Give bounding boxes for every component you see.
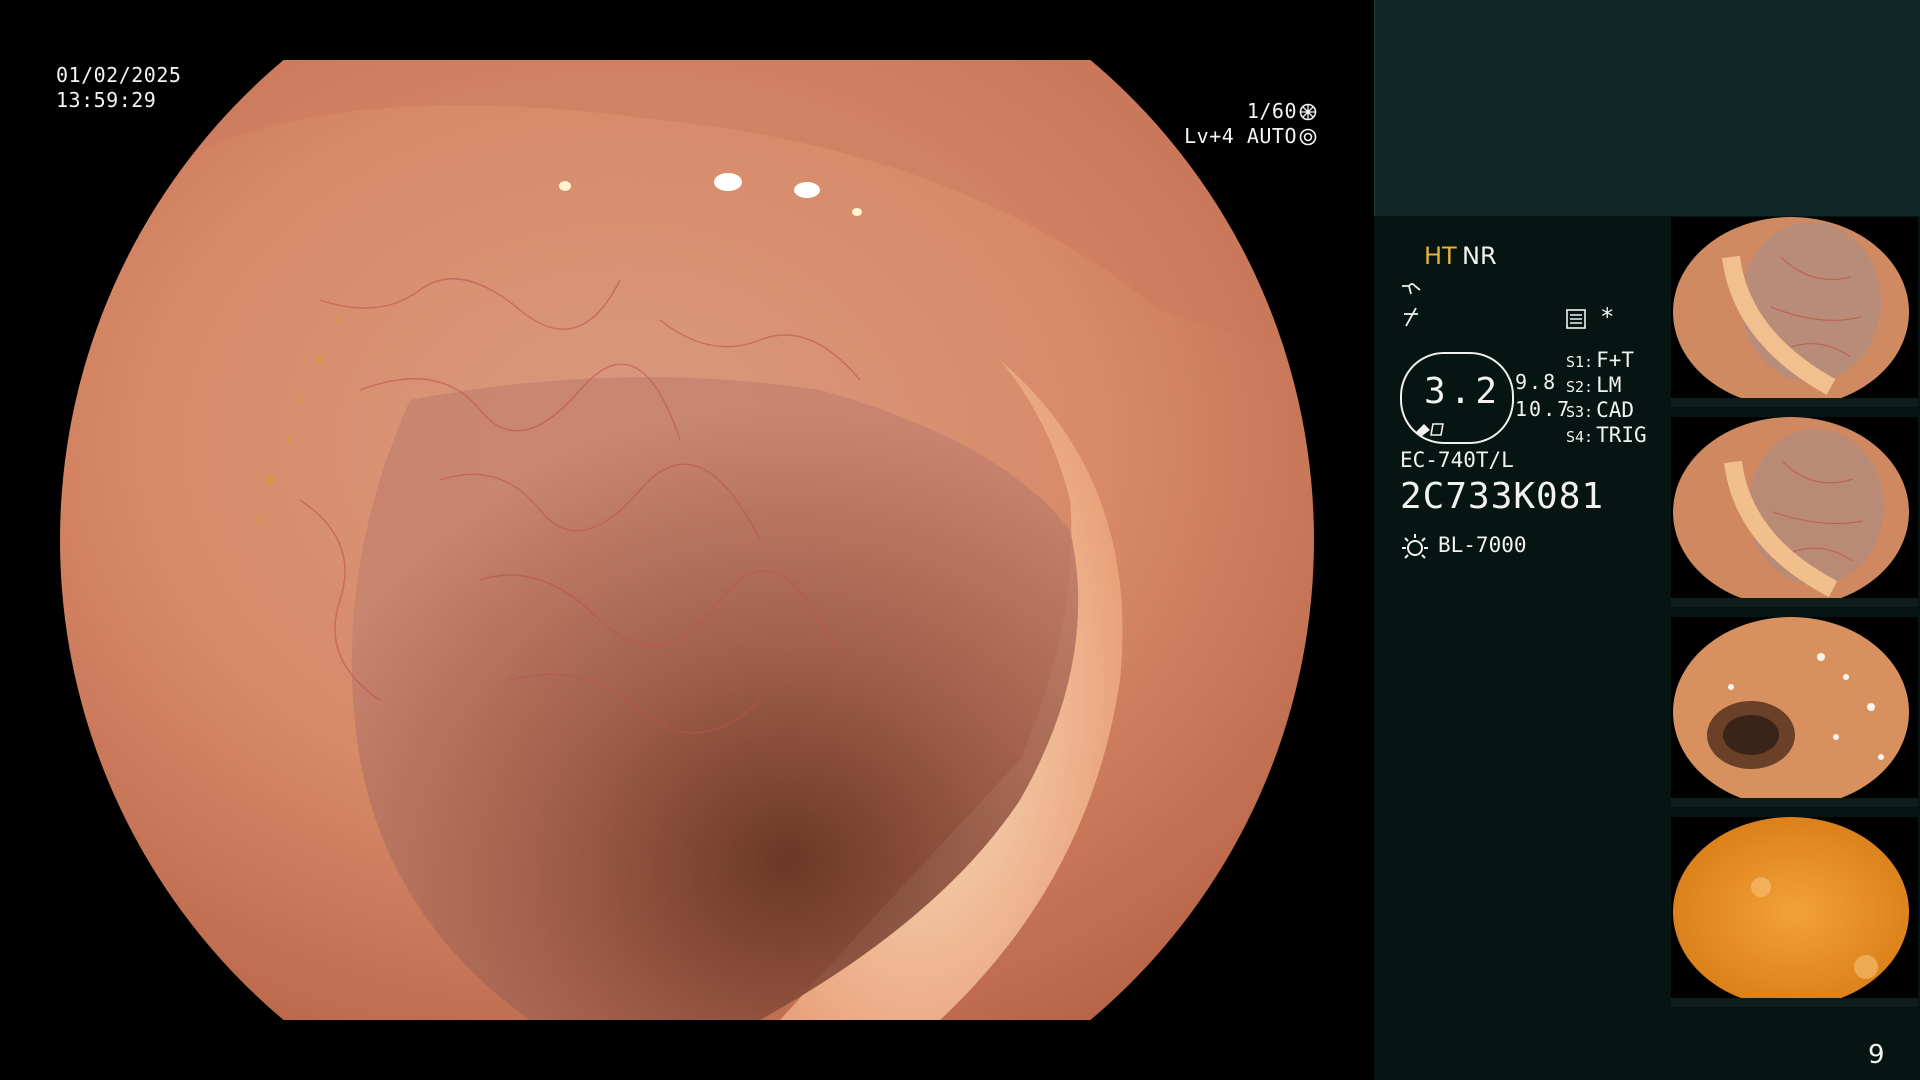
settings-icon	[1566, 309, 1586, 329]
level-label: Lv+4	[1184, 124, 1235, 148]
thumbnail-strip	[1671, 798, 1918, 807]
mode-label: AUTO	[1246, 124, 1297, 148]
thumbnail-1[interactable]	[1671, 217, 1918, 407]
thumbnail-strip	[1671, 598, 1918, 607]
endoscope-view	[60, 60, 1315, 1020]
thumbnail-3[interactable]	[1671, 617, 1918, 807]
thumbnail-image	[1673, 617, 1909, 807]
exposure-readout: 1/60 Lv+4 AUTO	[1184, 99, 1317, 149]
thumbnail-image	[1673, 417, 1909, 607]
ht-indicator: HT	[1424, 242, 1457, 270]
switch-value: TRIG	[1596, 423, 1647, 447]
star-indicator: *	[1600, 303, 1615, 331]
shutter-label: 1/60	[1246, 99, 1297, 123]
value-a: 9.8	[1515, 370, 1558, 394]
switch-value: CAD	[1596, 398, 1635, 422]
wave-icon	[1402, 283, 1421, 295]
thumbnail-strip	[1671, 998, 1918, 1007]
light-source-label: BL-7000	[1438, 533, 1527, 557]
date-label: 01/02/2025	[56, 63, 182, 87]
switch-key: S2:	[1566, 378, 1594, 396]
oval-value: 3.2	[1424, 371, 1502, 412]
thumbnail-2[interactable]	[1671, 417, 1918, 607]
endoscopic-image	[60, 60, 1314, 1020]
switch-key: S1:	[1566, 353, 1594, 371]
thumbnail-image	[1673, 217, 1909, 407]
date-time-readout: 01/02/2025 13:59:29	[56, 63, 181, 113]
oval-indicator-icons	[1416, 423, 1444, 436]
switch-row-3: S3: CAD	[1566, 398, 1634, 422]
thumbnail-4[interactable]	[1671, 817, 1918, 1007]
switch-row-2: S2: LM	[1566, 373, 1621, 397]
panel-header-area	[1374, 0, 1920, 216]
value-b: 10.7	[1515, 397, 1572, 421]
switch-key: S4:	[1566, 428, 1594, 446]
thumbnail-image	[1673, 817, 1909, 1007]
shutter-icon	[1299, 103, 1317, 121]
switch-row-1: S1: F+T	[1566, 348, 1634, 372]
nr-indicator: NR	[1462, 242, 1497, 270]
switch-key: S3:	[1566, 403, 1594, 421]
switch-value: LM	[1596, 373, 1622, 397]
time-label: 13:59:29	[56, 88, 157, 112]
thumbnail-strip	[1671, 398, 1918, 407]
scope-model-label: EC-740T/L	[1400, 448, 1514, 472]
page-number: 9	[1868, 1040, 1885, 1070]
flash-icon	[1404, 307, 1418, 327]
sun-icon	[1402, 534, 1428, 559]
switch-row-4: S4: TRIG	[1566, 423, 1647, 447]
serial-number: 2C733K081	[1400, 476, 1605, 517]
switch-value: F+T	[1596, 348, 1635, 372]
auto-iris-icon	[1299, 128, 1317, 146]
